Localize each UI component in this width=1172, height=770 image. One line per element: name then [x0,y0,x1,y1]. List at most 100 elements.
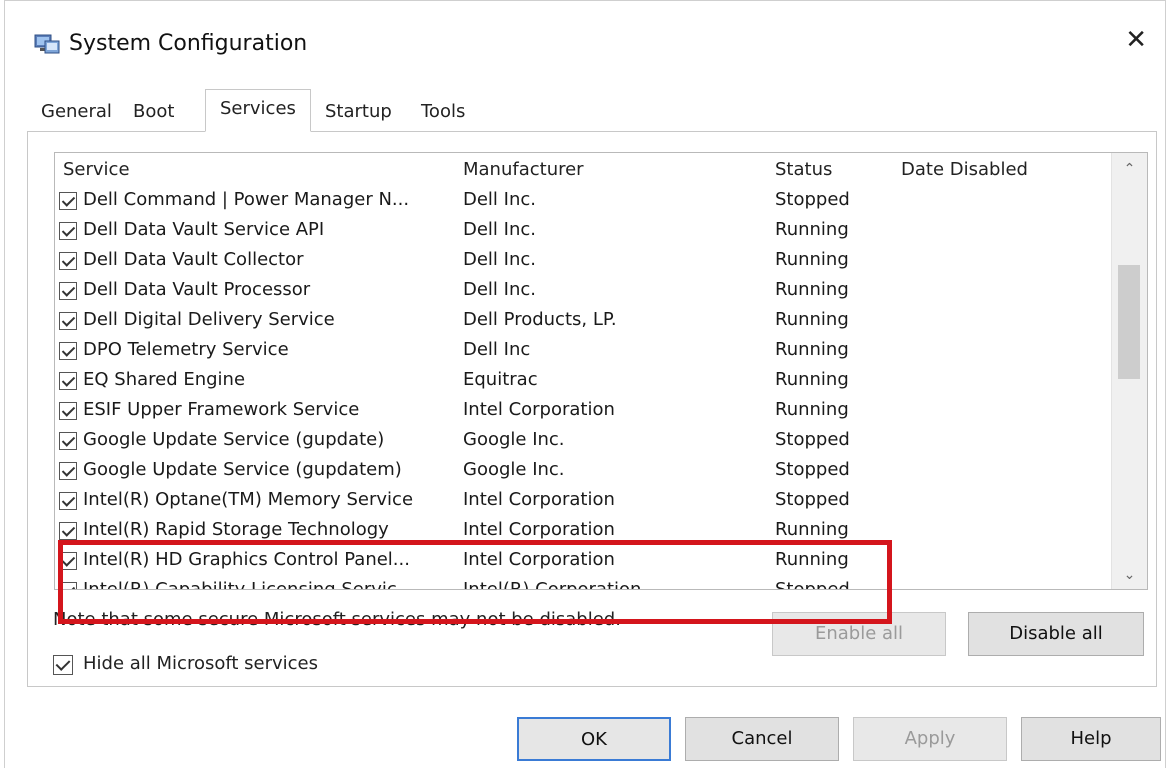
table-row[interactable]: Intel(R) Rapid Storage Technology Intel C… [55,517,1105,547]
service-status: Stopped [775,429,850,450]
service-name: Dell Data Vault Processor [83,279,311,300]
tab-tools[interactable]: Tools [421,101,465,122]
service-checkbox[interactable] [59,522,77,540]
close-icon[interactable]: ✕ [1125,27,1147,53]
service-manufacturer: Intel Corporation [463,519,615,540]
service-status: Running [775,399,849,420]
service-checkbox[interactable] [59,372,77,390]
service-status: Running [775,249,849,270]
service-checkbox[interactable] [59,342,77,360]
service-name: Intel(R) HD Graphics Control Panel... [83,549,410,570]
table-row[interactable]: Dell Data Vault Collector Dell Inc. Runnin… [55,247,1105,277]
table-row[interactable]: Dell Digital Delivery Service Dell Produc… [55,307,1105,337]
chevron-down-icon[interactable]: ⌄ [1112,567,1147,583]
services-list[interactable]: Service Manufacturer Status Date Disable… [54,152,1148,590]
service-status: Running [775,219,849,240]
service-name: Dell Data Vault Collector [83,249,304,270]
system-configuration-icon [34,34,60,54]
service-checkbox[interactable] [59,252,77,270]
vertical-scrollbar[interactable]: ⌃ ⌄ [1111,153,1147,589]
enable-all-button[interactable]: Enable all [772,612,946,656]
service-name: Intel(R) Optane(TM) Memory Service [83,489,414,510]
table-row[interactable]: Google Update Service (gupdatem) Google I… [55,457,1105,487]
service-name: Dell Data Vault Service API [83,219,325,240]
service-name: Dell Command | Power Manager N... [83,189,410,210]
tab-strip: General Boot Services Startup Tools [33,89,1143,132]
service-manufacturer: Dell Inc. [463,249,536,270]
service-checkbox[interactable] [59,432,77,450]
service-manufacturer: Dell Inc. [463,189,536,210]
note-text: Note that some secure Microsoft services… [53,609,621,630]
table-row[interactable]: Google Update Service (gupdate) Google In… [55,427,1105,457]
title-bar: System Configuration ✕ [5,1,1165,81]
services-panel: Service Manufacturer Status Date Disable… [27,131,1157,687]
service-manufacturer: Equitrac [463,369,538,390]
ok-button[interactable]: OK [517,717,671,761]
service-manufacturer: Dell Inc [463,339,531,360]
column-header-manufacturer[interactable]: Manufacturer [463,159,584,180]
service-name: Google Update Service (gupdate) [83,429,385,450]
service-manufacturer: Dell Inc. [463,219,536,240]
service-name: DPO Telemetry Service [83,339,289,360]
service-manufacturer: Intel Corporation [463,489,615,510]
tab-boot[interactable]: Boot [133,101,174,122]
scrollbar-thumb[interactable] [1118,265,1140,379]
service-checkbox[interactable] [59,312,77,330]
service-checkbox[interactable] [59,462,77,480]
column-header-date-disabled[interactable]: Date Disabled [901,159,1028,180]
service-name: ESIF Upper Framework Service [83,399,360,420]
help-button[interactable]: Help [1021,717,1161,761]
tab-startup[interactable]: Startup [325,101,392,122]
table-row[interactable]: Intel(R) Optane(TM) Memory Service Intel … [55,487,1105,517]
service-manufacturer: Intel Corporation [463,549,615,570]
service-status: Stopped [775,489,850,510]
service-checkbox[interactable] [59,492,77,510]
service-checkbox[interactable] [59,222,77,240]
service-status: Running [775,279,849,300]
service-status: Running [775,339,849,360]
service-status: Running [775,549,849,570]
apply-button[interactable]: Apply [853,717,1007,761]
service-name: Dell Digital Delivery Service [83,309,335,330]
service-status: Stopped [775,189,850,210]
service-manufacturer: Dell Products, LP. [463,309,617,330]
service-name: Intel(R) Capability Licensing Servic... [83,579,414,590]
disable-all-button[interactable]: Disable all [968,612,1144,656]
table-row[interactable]: Dell Command | Power Manager N... Dell In… [55,187,1105,217]
service-status: Stopped [775,459,850,480]
cancel-button[interactable]: Cancel [685,717,839,761]
window-title: System Configuration [69,31,308,56]
hide-microsoft-services-label[interactable]: Hide all Microsoft services [83,653,318,674]
service-checkbox[interactable] [59,552,77,570]
service-name: Intel(R) Rapid Storage Technology [83,519,389,540]
system-configuration-window: System Configuration ✕ General Boot Serv… [4,0,1166,768]
service-name: Google Update Service (gupdatem) [83,459,402,480]
table-row[interactable]: EQ Shared Engine Equitrac Running [55,367,1105,397]
table-row[interactable]: Intel(R) HD Graphics Control Panel... Int… [55,547,1105,577]
table-row[interactable]: DPO Telemetry Service Dell Inc Running [55,337,1105,367]
service-status: Stopped [775,579,850,590]
service-name: EQ Shared Engine [83,369,246,390]
service-manufacturer: Google Inc. [463,429,565,450]
tab-services[interactable]: Services [205,89,311,132]
service-checkbox[interactable] [59,402,77,420]
table-row[interactable]: Intel(R) Capability Licensing Servic... I… [55,577,1105,590]
service-status: Running [775,519,849,540]
service-checkbox[interactable] [59,582,77,589]
chevron-up-icon[interactable]: ⌃ [1112,161,1147,177]
service-manufacturer: Google Inc. [463,459,565,480]
tab-general[interactable]: General [41,101,112,122]
column-header-status[interactable]: Status [775,159,832,180]
service-status: Running [775,369,849,390]
service-status: Running [775,309,849,330]
table-row[interactable]: ESIF Upper Framework Service Intel Corpor… [55,397,1105,427]
table-row[interactable]: Dell Data Vault Processor Dell Inc. Runnin… [55,277,1105,307]
table-row[interactable]: Dell Data Vault Service API Dell Inc. Runn… [55,217,1105,247]
hide-microsoft-services-checkbox[interactable] [53,655,73,675]
service-checkbox[interactable] [59,282,77,300]
service-manufacturer: Intel(R) Corporation [463,579,642,590]
column-header-service[interactable]: Service [63,159,130,180]
service-manufacturer: Intel Corporation [463,399,615,420]
service-checkbox[interactable] [59,192,77,210]
service-manufacturer: Dell Inc. [463,279,536,300]
